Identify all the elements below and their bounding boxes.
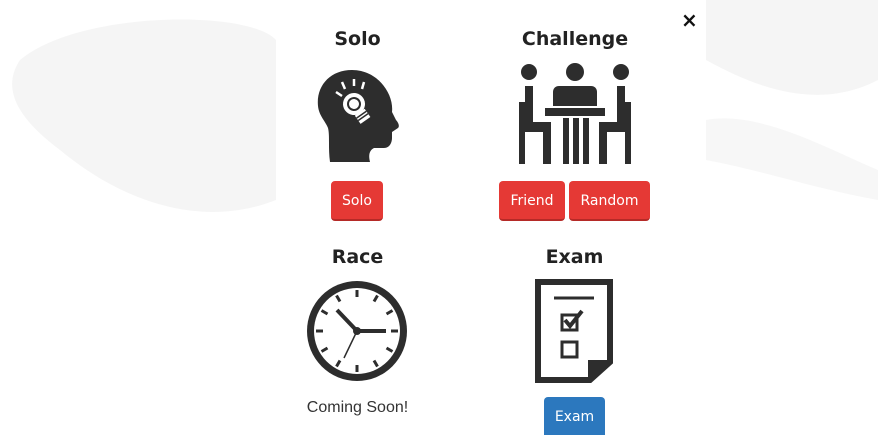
exam-title: Exam	[545, 246, 604, 268]
exam-section: Exam Exam	[522, 240, 627, 435]
people-at-table-icon	[519, 63, 631, 164]
friend-button[interactable]: Friend	[499, 181, 565, 221]
challenge-section: Challenge Friend Random	[495, 0, 655, 230]
close-button[interactable]: ×	[681, 8, 698, 32]
challenge-title: Challenge	[521, 28, 629, 50]
random-button[interactable]: Random	[569, 181, 650, 221]
solo-button[interactable]: Solo	[331, 181, 383, 221]
head-lightbulb-icon	[317, 70, 399, 162]
solo-section: Solo Solo	[300, 0, 415, 230]
race-section: Race Coming Soon!	[290, 240, 425, 435]
exam-button[interactable]: Exam	[544, 397, 605, 435]
solo-title: Solo	[334, 28, 381, 50]
coming-soon-label: Coming Soon!	[306, 399, 409, 416]
race-title: Race	[331, 246, 384, 268]
clock-icon	[307, 281, 407, 381]
checklist-document-icon	[535, 279, 613, 383]
